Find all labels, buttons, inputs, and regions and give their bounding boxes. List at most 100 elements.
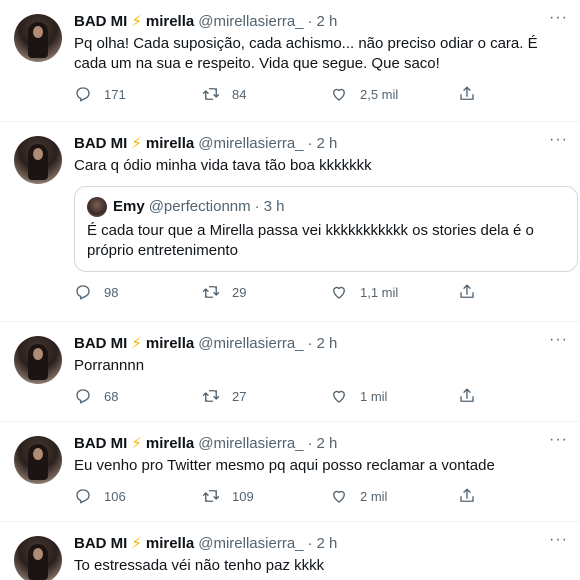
display-name-suffix[interactable]: mirella [146, 434, 194, 454]
tweet[interactable]: ··· BAD MI ⚡ mirella @mirellasierra_ · 2… [0, 322, 580, 422]
separator-dot: · [307, 435, 313, 452]
reply-icon [76, 489, 90, 504]
quoted-display-name: Emy [113, 198, 145, 215]
timestamp[interactable]: 2 h [317, 12, 338, 32]
retweet-button[interactable]: 29 [202, 283, 330, 301]
share-icon [460, 86, 474, 100]
display-name[interactable]: BAD MI [74, 534, 127, 554]
tweet-header: BAD MI ⚡ mirella @mirellasierra_ · 2 h [74, 12, 564, 32]
display-name[interactable]: BAD MI [74, 434, 127, 454]
more-icon[interactable]: ··· [549, 532, 568, 548]
lightning-emoji-icon: ⚡ [131, 135, 142, 152]
reply-button[interactable]: 171 [74, 85, 202, 103]
reply-count: 106 [104, 488, 126, 504]
reply-button[interactable]: 98 [74, 283, 202, 301]
reply-button[interactable]: 68 [74, 387, 202, 405]
more-icon[interactable]: ··· [549, 432, 568, 448]
avatar[interactable] [14, 436, 62, 484]
retweet-icon [202, 88, 220, 100]
tweet-text: Pq olha! Cada suposição, cada achismo...… [74, 35, 538, 72]
more-icon[interactable]: ··· [549, 10, 568, 26]
more-icon[interactable]: ··· [549, 132, 568, 148]
quoted-tweet[interactable]: Emy @perfectionnm · 3 h É cada tour que … [74, 186, 578, 272]
reply-icon [76, 285, 90, 300]
tweet-text: Eu venho pro Twitter mesmo pq aqui posso… [74, 457, 495, 474]
like-button[interactable]: 2,5 mil [330, 85, 458, 103]
retweet-icon [202, 390, 220, 402]
retweet-icon [202, 286, 220, 298]
user-handle[interactable]: @mirellasierra_ [198, 134, 303, 154]
like-count: 2,5 mil [360, 86, 399, 102]
like-button[interactable]: 2 mil [330, 487, 458, 505]
lightning-emoji-icon: ⚡ [131, 335, 142, 352]
tweet[interactable]: ··· BAD MI ⚡ mirella @mirellasierra_ · 2… [0, 0, 580, 122]
display-name-suffix[interactable]: mirella [146, 534, 194, 554]
like-count: 1 mil [360, 388, 388, 404]
separator-dot: · [307, 335, 313, 352]
tweet[interactable]: ··· BAD MI ⚡ mirella @mirellasierra_ · 2… [0, 122, 580, 322]
user-handle[interactable]: @mirellasierra_ [198, 534, 303, 554]
separator-dot: · [254, 198, 260, 215]
timestamp[interactable]: 2 h [317, 334, 338, 354]
reply-count: 171 [104, 86, 126, 102]
avatar[interactable] [14, 14, 62, 62]
display-name-suffix[interactable]: mirella [146, 334, 194, 354]
retweet-button[interactable]: 84 [202, 85, 330, 103]
tweet-text: Porrannnn [74, 357, 145, 374]
like-button[interactable]: 1 mil [330, 387, 458, 405]
retweet-icon [202, 490, 220, 502]
tweet-header: BAD MI ⚡ mirella @mirellasierra_ · 2 h [74, 434, 564, 454]
action-bar: 98 29 1,1 mil [74, 272, 504, 312]
share-button[interactable] [458, 85, 476, 103]
tweet-header: BAD MI ⚡ mirella @mirellasierra_ · 2 h [74, 334, 564, 354]
quoted-avatar [87, 197, 107, 217]
share-icon [460, 488, 474, 502]
reply-icon [76, 87, 90, 102]
like-icon [333, 88, 345, 101]
quoted-tweet-text: É cada tour que a Mirella passa vei kkkk… [87, 222, 534, 259]
like-icon [333, 286, 345, 299]
reply-button[interactable]: 106 [74, 487, 202, 505]
tweet[interactable]: ··· BAD MI ⚡ mirella @mirellasierra_ · 2… [0, 522, 580, 580]
retweet-button[interactable]: 109 [202, 487, 330, 505]
quoted-tweet-header: Emy @perfectionnm · 3 h [87, 197, 565, 217]
lightning-emoji-icon: ⚡ [131, 435, 142, 452]
retweet-count: 109 [232, 488, 254, 504]
share-icon [460, 388, 474, 402]
display-name-suffix[interactable]: mirella [146, 134, 194, 154]
tweet-text: To estressada véi não tenho paz kkkk [74, 557, 325, 574]
lightning-emoji-icon: ⚡ [131, 535, 142, 552]
action-bar: 106 109 2 mil [74, 476, 504, 516]
like-button[interactable]: 1,1 mil [330, 283, 458, 301]
user-handle[interactable]: @mirellasierra_ [198, 434, 303, 454]
avatar[interactable] [14, 536, 62, 580]
timestamp[interactable]: 2 h [317, 134, 338, 154]
display-name[interactable]: BAD MI [74, 334, 127, 354]
display-name-suffix[interactable]: mirella [146, 12, 194, 32]
display-name[interactable]: BAD MI [74, 134, 127, 154]
retweet-count: 27 [232, 388, 247, 404]
avatar[interactable] [14, 136, 62, 184]
separator-dot: · [307, 13, 313, 30]
timestamp[interactable]: 2 h [317, 534, 338, 554]
like-count: 2 mil [360, 488, 388, 504]
retweet-button[interactable]: 27 [202, 387, 330, 405]
user-handle[interactable]: @mirellasierra_ [198, 334, 303, 354]
quoted-user-handle: @perfectionnm [148, 198, 251, 215]
share-button[interactable] [458, 387, 476, 405]
more-icon[interactable]: ··· [549, 332, 568, 348]
separator-dot: · [307, 135, 313, 152]
share-button[interactable] [458, 487, 476, 505]
avatar[interactable] [14, 336, 62, 384]
like-count: 1,1 mil [360, 284, 399, 300]
reply-count: 98 [104, 284, 119, 300]
share-icon [460, 284, 474, 298]
tweet[interactable]: ··· BAD MI ⚡ mirella @mirellasierra_ · 2… [0, 422, 580, 522]
share-button[interactable] [458, 283, 476, 301]
user-handle[interactable]: @mirellasierra_ [198, 12, 303, 32]
retweet-count: 29 [232, 284, 247, 300]
like-icon [333, 390, 345, 403]
quoted-timestamp: 3 h [263, 198, 285, 215]
timestamp[interactable]: 2 h [317, 434, 338, 454]
display-name[interactable]: BAD MI [74, 12, 127, 32]
